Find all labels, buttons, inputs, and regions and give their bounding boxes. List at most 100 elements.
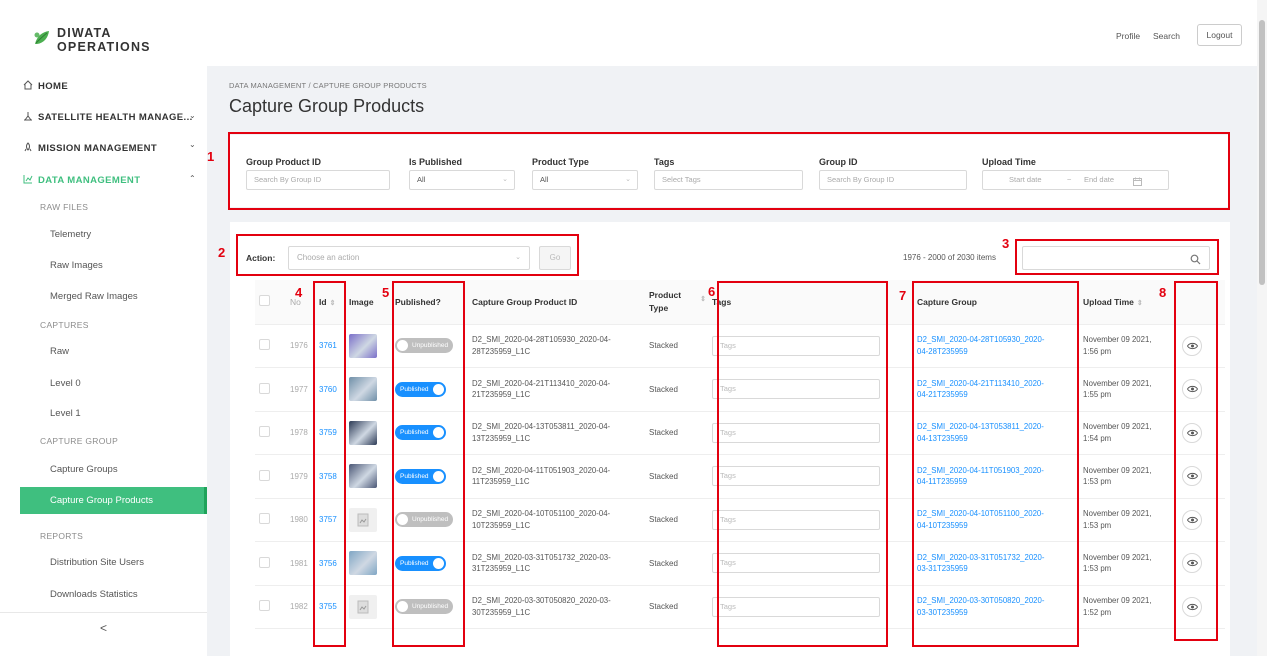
table-row[interactable]: 1982 3755 Unpublished D2_SMI_2020-03-30T050… [255,585,1225,629]
eye-icon[interactable] [1182,335,1202,356]
row-id-link[interactable]: 3757 [315,498,345,542]
col-id[interactable]: Id ⇕ [315,280,345,325]
row-id-link[interactable]: 3760 [315,367,345,412]
select-all-header[interactable] [255,280,286,325]
row-capture-group-link[interactable]: D2_SMI_2020-04-13T053811_2020- 04-13T2359… [913,411,1079,455]
start-date-input[interactable]: Start date [1009,171,1042,189]
row-checkbox[interactable] [259,339,270,351]
row-tags-input[interactable]: Tags [712,596,880,617]
search-link[interactable]: Search [1153,31,1180,41]
table-row[interactable]: 1981 3756 Published D2_SMI_2020-03-31T05173… [255,541,1225,586]
nav-satellite-health[interactable]: SATELLITE HEALTH MANAGE... ⌄ [23,111,198,124]
row-tags-input[interactable]: Tags [712,335,880,356]
row-published[interactable]: Unpublished [391,498,468,542]
row-id-link[interactable]: 3755 [315,585,345,629]
publish-toggle[interactable]: Unpublished [395,599,454,615]
row-published[interactable]: Published [391,454,468,499]
row-checkbox[interactable] [259,600,270,612]
row-id-link[interactable]: 3756 [315,541,345,586]
sort-icon[interactable]: ⇕ [1137,300,1143,307]
sidebar-item-raw-images[interactable]: Raw Images [50,260,103,271]
row-tags[interactable]: Tags [708,585,913,629]
group-product-id-input[interactable]: Search By Group ID [246,170,390,190]
table-search-input[interactable] [1022,246,1210,270]
row-checkbox[interactable] [259,426,270,438]
sort-icon[interactable]: ⇕ [330,300,336,307]
publish-toggle[interactable]: Published [395,468,446,484]
sidebar-item-downloads-statistics[interactable]: Downloads Statistics [50,589,138,600]
row-select-cell[interactable] [255,324,286,368]
eye-icon[interactable] [1182,422,1202,443]
publish-toggle[interactable]: Published [395,555,446,571]
go-button[interactable]: Go [539,246,571,270]
is-published-select[interactable]: All ⌄ [409,170,515,190]
row-tags[interactable]: Tags [708,324,913,368]
row-select-cell[interactable] [255,411,286,455]
nav-mission-management[interactable]: MISSION MANAGEMENT ⌄ [23,140,198,155]
sidebar-item-level0[interactable]: Level 0 [50,378,81,389]
table-row[interactable]: 1976 3761 Unpublished D2_SMI_2020-04-28T105… [255,324,1225,368]
image-placeholder-icon[interactable] [349,594,377,619]
eye-icon[interactable] [1182,379,1202,400]
table-row[interactable]: 1978 3759 Published D2_SMI_2020-04-13T05381… [255,411,1225,455]
product-thumbnail[interactable] [349,551,377,576]
sidebar-item-capture-groups[interactable]: Capture Groups [50,464,118,475]
eye-icon[interactable] [1182,509,1202,530]
row-tags-input[interactable]: Tags [712,509,880,530]
row-select-cell[interactable] [255,498,286,542]
action-select[interactable]: Choose an action ⌄ [288,246,530,270]
row-tags-input[interactable]: Tags [712,379,880,400]
row-published[interactable]: Published [391,367,468,412]
publish-toggle[interactable]: Unpublished [395,512,454,528]
row-select-cell[interactable] [255,541,286,586]
sidebar-item-distribution-site-users[interactable]: Distribution Site Users [50,557,144,568]
nav-data-management[interactable]: DATA MANAGEMENT ⌃ [23,174,198,187]
page-scrollbar[interactable] [1257,0,1267,656]
row-checkbox[interactable] [259,556,270,568]
product-type-select[interactable]: All ⌄ [532,170,638,190]
product-thumbnail[interactable] [349,377,377,402]
sidebar-item-capture-group-products[interactable]: Capture Group Products [20,487,207,514]
select-all-checkbox[interactable] [259,295,270,307]
row-tags-input[interactable]: Tags [712,553,880,574]
publish-toggle[interactable]: Unpublished [395,338,454,354]
row-published[interactable]: Published [391,411,468,455]
row-tags[interactable]: Tags [708,367,913,412]
group-id-input[interactable]: Search By Group ID [819,170,967,190]
publish-toggle[interactable]: Published [395,425,446,441]
brand-logo[interactable]: DIWATA OPERATIONS [33,26,207,54]
row-select-cell[interactable] [255,454,286,499]
row-id-link[interactable]: 3758 [315,454,345,499]
eye-icon[interactable] [1182,553,1202,574]
tags-filter-select[interactable]: Select Tags [654,170,803,190]
row-id-link[interactable]: 3761 [315,324,345,368]
sidebar-item-merged-raw-images[interactable]: Merged Raw Images [50,291,138,302]
sidebar-item-level1[interactable]: Level 1 [50,408,81,419]
table-row[interactable]: 1979 3758 Published D2_SMI_2020-04-11T05190… [255,454,1225,499]
row-select-cell[interactable] [255,367,286,412]
row-capture-group-link[interactable]: D2_SMI_2020-04-10T051100_2020- 04-10T2359… [913,498,1079,542]
product-thumbnail[interactable] [349,420,377,445]
row-capture-group-link[interactable]: D2_SMI_2020-04-21T113410_2020- 04-21T2359… [913,367,1079,412]
row-image[interactable] [345,454,391,499]
row-image[interactable] [345,324,391,368]
eye-icon[interactable] [1182,466,1202,487]
row-checkbox[interactable] [259,513,270,525]
row-tags[interactable]: Tags [708,541,913,586]
table-row[interactable]: 1977 3760 Published D2_SMI_2020-04-21T11341… [255,367,1225,412]
row-published[interactable]: Published [391,541,468,586]
end-date-input[interactable]: End date [1084,171,1114,189]
row-capture-group-link[interactable]: D2_SMI_2020-04-11T051903_2020- 04-11T2359… [913,454,1079,499]
row-tags-input[interactable]: Tags [712,466,880,487]
eye-icon[interactable] [1182,596,1202,617]
row-published[interactable]: Unpublished [391,585,468,629]
sidebar-collapse-button[interactable]: < [0,612,207,656]
row-image[interactable] [345,411,391,455]
row-tags-input[interactable]: Tags [712,422,880,443]
upload-time-range[interactable]: Start date ~ End date [982,170,1169,190]
row-image[interactable] [345,585,391,629]
table-row[interactable]: 1980 3757 Unpublished D2_SMI_2020-04-10T051… [255,498,1225,542]
row-capture-group-link[interactable]: D2_SMI_2020-04-28T105930_2020- 04-28T2359… [913,324,1079,368]
product-thumbnail[interactable] [349,333,377,358]
row-capture-group-link[interactable]: D2_SMI_2020-03-30T050820_2020- 03-30T2359… [913,585,1079,629]
